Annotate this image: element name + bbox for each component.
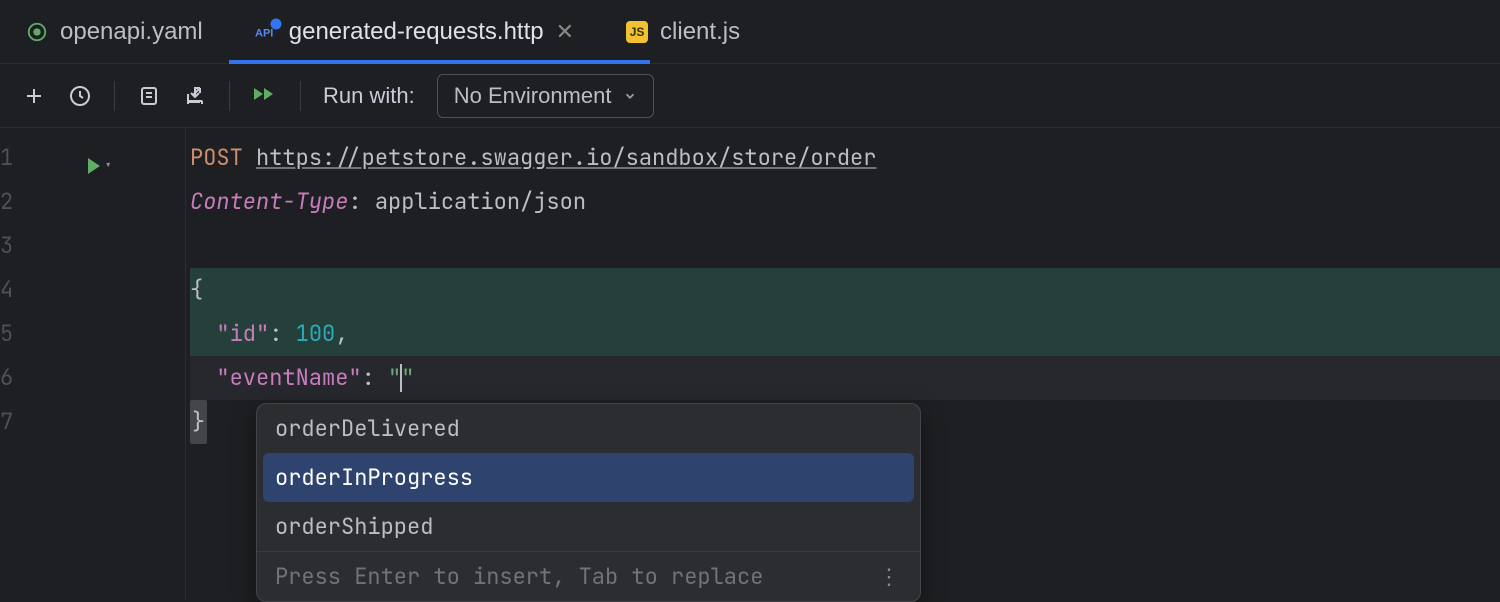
run-all-icon[interactable] (252, 84, 278, 108)
history-icon[interactable] (68, 84, 92, 108)
line-number: 6 (0, 356, 62, 400)
divider (300, 81, 301, 111)
tab-openapi[interactable]: openapi.yaml (0, 0, 229, 63)
chevron-down-icon (623, 83, 637, 109)
code-line: "id": 100, (190, 312, 1500, 356)
close-icon[interactable]: ✕ (556, 19, 574, 45)
completion-item[interactable]: orderInProgress (263, 453, 914, 502)
tab-generated-requests[interactable]: API generated-requests.http ✕ (229, 0, 600, 63)
http-toolbar: Run with: No Environment (0, 64, 1500, 128)
tab-label: client.js (660, 18, 740, 46)
divider (114, 81, 115, 111)
divider (229, 81, 230, 111)
code-line: Content-Type: application/json (190, 180, 1500, 224)
run-request-icon[interactable]: ▾ (88, 144, 112, 188)
import-icon[interactable] (183, 84, 207, 108)
line-number: 1 (0, 136, 62, 180)
completion-item[interactable]: orderDelivered (257, 404, 920, 453)
add-icon[interactable] (22, 84, 46, 108)
line-number: 5 (0, 312, 62, 356)
tab-label: generated-requests.http (289, 18, 544, 46)
api-icon: API (255, 21, 277, 43)
environment-select[interactable]: No Environment (437, 74, 655, 118)
environment-value: No Environment (454, 83, 612, 109)
completion-item[interactable]: orderShipped (257, 502, 920, 551)
line-number: 2 (0, 180, 62, 224)
run-gutter: ▾ (80, 128, 186, 600)
more-icon[interactable]: ⋮ (878, 562, 902, 591)
target-icon (26, 21, 48, 43)
completion-hint: Press Enter to insert, Tab to replace ⋮ (257, 551, 920, 601)
tab-bar: openapi.yaml API generated-requests.http… (0, 0, 1500, 64)
line-gutter: 1 2 3 4 5 6 7 (0, 128, 80, 600)
line-number: 3 (0, 224, 62, 268)
editor[interactable]: 1 2 3 4 5 6 7 ▾ POST https://petstore.sw… (0, 128, 1500, 600)
line-number: 4 (0, 268, 62, 312)
line-number: 7 (0, 400, 62, 444)
js-icon: JS (626, 21, 648, 43)
tab-label: openapi.yaml (60, 18, 203, 46)
run-with-label: Run with: (323, 83, 415, 109)
code-line: { (190, 268, 1500, 312)
code-line (190, 224, 1500, 268)
tab-client-js[interactable]: JS client.js (600, 0, 766, 63)
examples-icon[interactable] (137, 84, 161, 108)
code-line: "eventName": "" (190, 356, 1500, 400)
completion-popup: orderDelivered orderInProgress orderShip… (256, 403, 921, 602)
code-line: POST https://petstore.swagger.io/sandbox… (190, 136, 1500, 180)
